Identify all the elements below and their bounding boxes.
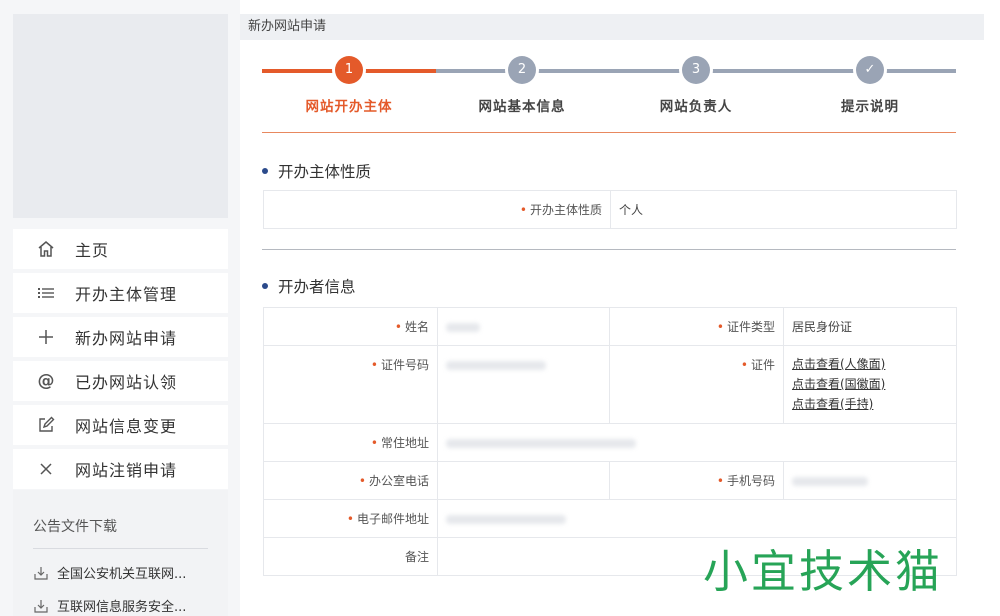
sidebar-item-subject-management[interactable]: 开办主体管理 bbox=[13, 273, 228, 313]
field-label: • 办公室电话 bbox=[263, 461, 438, 500]
section-title-operator-info: 开办者信息 bbox=[262, 275, 356, 297]
name-value bbox=[437, 307, 610, 346]
redacted-value bbox=[792, 476, 868, 486]
sidebar-item-new-site[interactable]: 新办网站申请 bbox=[13, 317, 228, 357]
table-row: • 开办主体性质 个人 bbox=[263, 190, 957, 229]
notice-file-link[interactable]: 全国公安机关互联网... bbox=[33, 563, 228, 582]
sidebar-item-label: 网站注销申请 bbox=[75, 461, 178, 480]
notice-title: 公告文件下载 bbox=[33, 516, 208, 549]
table-row: • 常住地址 bbox=[263, 423, 957, 462]
field-label-text: 开办主体性质 bbox=[529, 203, 602, 217]
page-title: 新办网站申请 bbox=[240, 14, 984, 40]
id-type-value: 居民身份证 bbox=[783, 307, 957, 346]
office-phone-value bbox=[437, 461, 610, 500]
sidebar-item-cancel-site[interactable]: 网站注销申请 bbox=[13, 449, 228, 489]
field-label: • 证件号码 bbox=[263, 345, 438, 424]
sidebar-menu: 主页 开办主体管理 新办网站申请 @ 已办网站认领 网站信息变更 网站注销申请 bbox=[13, 229, 228, 493]
list-icon bbox=[35, 282, 57, 304]
home-icon bbox=[35, 238, 57, 260]
notice-file-name: 全国公安机关互联网... bbox=[57, 567, 187, 582]
notice-file-link[interactable]: 互联网信息服务安全... bbox=[33, 596, 228, 615]
sidebar-item-claim-site[interactable]: @ 已办网站认领 bbox=[13, 361, 228, 401]
required-mark: • bbox=[519, 203, 527, 217]
redacted-value bbox=[446, 438, 636, 448]
view-back-link[interactable]: 点击查看(国徽面) bbox=[792, 374, 948, 394]
download-icon bbox=[33, 598, 49, 614]
id-document-links: 点击查看(人像面) 点击查看(国徽面) 点击查看(手持) bbox=[783, 345, 957, 424]
field-label: • 手机号码 bbox=[609, 461, 784, 500]
bullet-dot-icon bbox=[262, 283, 268, 289]
divider bbox=[262, 249, 956, 250]
redacted-value bbox=[446, 514, 566, 524]
redacted-value bbox=[446, 322, 480, 332]
sidebar-item-label: 开办主体管理 bbox=[75, 285, 178, 304]
section-title-subject-type: 开办主体性质 bbox=[262, 160, 371, 182]
sidebar-item-label: 主页 bbox=[75, 241, 110, 260]
step-label: 网站负责人 bbox=[659, 99, 733, 115]
step-3[interactable]: 3 网站负责人 bbox=[616, 56, 776, 115]
sidebar: 主页 开办主体管理 新办网站申请 @ 已办网站认领 网站信息变更 网站注销申请 … bbox=[0, 0, 240, 616]
bullet-dot-icon bbox=[262, 168, 268, 174]
field-label: • 证件类型 bbox=[609, 307, 784, 346]
download-icon bbox=[33, 565, 49, 581]
sidebar-banner bbox=[13, 14, 228, 218]
id-number-value bbox=[437, 345, 610, 424]
field-label: • 电子邮件地址 bbox=[263, 499, 438, 538]
main-panel: 新办网站申请 1 网站开办主体 2 网站基本信息 3 网站负责人 ✓ 提示说明 … bbox=[240, 14, 984, 616]
view-handheld-link[interactable]: 点击查看(手持) bbox=[792, 394, 948, 414]
section-title-text: 开办主体性质 bbox=[278, 163, 372, 181]
edit-icon bbox=[35, 414, 57, 436]
field-label: • 常住地址 bbox=[263, 423, 438, 462]
notice-file-name: 互联网信息服务安全... bbox=[57, 600, 187, 615]
email-value bbox=[437, 499, 957, 538]
mobile-value bbox=[783, 461, 957, 500]
redacted-value bbox=[446, 361, 546, 370]
field-label: • 姓名 bbox=[263, 307, 438, 346]
step-number: 3 bbox=[682, 56, 710, 84]
table-row: • 电子邮件地址 bbox=[263, 499, 957, 538]
at-icon: @ bbox=[37, 371, 55, 391]
sidebar-item-change-info[interactable]: 网站信息变更 bbox=[13, 405, 228, 445]
step-check-icon: ✓ bbox=[856, 56, 884, 84]
step-number: 1 bbox=[335, 56, 363, 84]
step-2[interactable]: 2 网站基本信息 bbox=[442, 56, 602, 115]
view-front-link[interactable]: 点击查看(人像面) bbox=[792, 354, 948, 374]
table-row: • 办公室电话 • 手机号码 bbox=[263, 461, 957, 500]
notice-panel: 公告文件下载 全国公安机关互联网... 互联网信息服务安全... bbox=[13, 490, 228, 616]
table-row: • 姓名 • 证件类型 居民身份证 bbox=[263, 307, 957, 346]
field-label: • 证件 bbox=[609, 345, 784, 424]
table-row: • 证件号码 • 证件 点击查看(人像面) 点击查看(国徽面) 点击查看(手持) bbox=[263, 345, 957, 424]
sidebar-item-label: 已办网站认领 bbox=[75, 373, 178, 392]
sidebar-item-label: 网站信息变更 bbox=[75, 417, 178, 436]
sidebar-item-label: 新办网站申请 bbox=[75, 329, 178, 348]
sidebar-item-home[interactable]: 主页 bbox=[13, 229, 228, 269]
field-label: 备注 bbox=[263, 537, 438, 576]
close-icon bbox=[35, 458, 57, 480]
watermark: 小宜技术猫 bbox=[703, 545, 944, 598]
step-label: 网站开办主体 bbox=[305, 99, 393, 115]
progress-stepper: 1 网站开办主体 2 网站基本信息 3 网站负责人 ✓ 提示说明 bbox=[262, 44, 956, 134]
step-label: 网站基本信息 bbox=[478, 99, 566, 115]
step-number: 2 bbox=[508, 56, 536, 84]
subject-type-value: 个人 bbox=[610, 190, 957, 229]
subject-type-table: • 开办主体性质 个人 bbox=[263, 190, 957, 229]
step-1[interactable]: 1 网站开办主体 bbox=[269, 56, 429, 115]
divider bbox=[262, 132, 956, 133]
plus-icon bbox=[35, 326, 57, 348]
section-title-text: 开办者信息 bbox=[278, 278, 356, 296]
step-4[interactable]: ✓ 提示说明 bbox=[790, 56, 950, 115]
step-label: 提示说明 bbox=[841, 99, 899, 115]
field-label: • 开办主体性质 bbox=[263, 190, 611, 229]
address-value bbox=[437, 423, 957, 462]
